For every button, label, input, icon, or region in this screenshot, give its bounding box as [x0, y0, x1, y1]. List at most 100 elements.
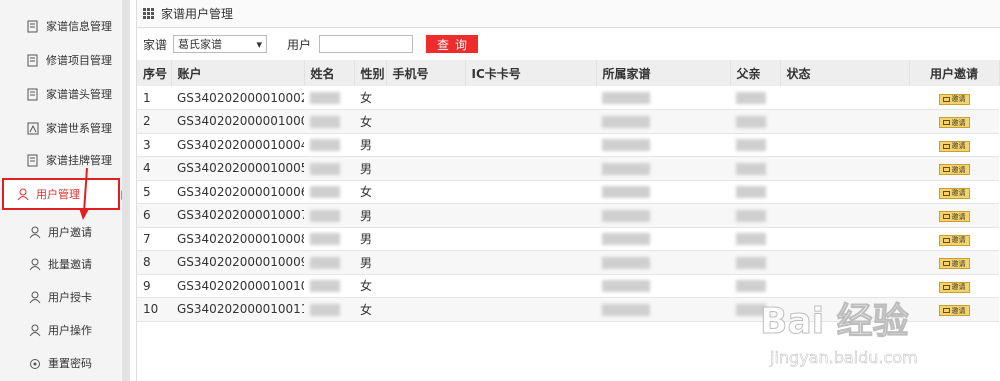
- cell-no: 4: [143, 161, 151, 176]
- cell-ic-card: [465, 86, 596, 110]
- cell-genealogy: [596, 227, 730, 251]
- doc-icon: [26, 53, 40, 67]
- cell-account: GS340202000010009: [177, 255, 304, 270]
- cell-account: GS340202000010004: [177, 137, 304, 152]
- user-icon: [28, 257, 42, 271]
- sidebar-item-reset-password[interactable]: 重置密码: [0, 347, 126, 379]
- invite-button-label: 邀请: [951, 306, 966, 315]
- cell-no: 9: [143, 278, 151, 293]
- cell-gender: 男: [360, 232, 373, 247]
- cell-status: [780, 86, 909, 110]
- user-input[interactable]: [319, 35, 414, 53]
- cell-gender: 男: [360, 161, 373, 176]
- invite-button[interactable]: 邀请: [938, 164, 970, 176]
- cell-account: GS3402020000010003: [177, 114, 304, 129]
- sidebar-item-listing[interactable]: 家谱挂牌管理: [0, 144, 126, 176]
- sidebar-item-batch-invite[interactable]: 批量邀请: [0, 248, 126, 280]
- annotation-arrow: [79, 168, 89, 220]
- grid-icon: [143, 7, 155, 20]
- table-row[interactable]: 7 GS340202000010008 男 邀请: [137, 227, 999, 251]
- cell-name: [304, 204, 354, 228]
- sidebar-item-label: 用户操作: [48, 324, 92, 337]
- sidebar-item-user-invite[interactable]: 用户邀请: [0, 216, 126, 248]
- cell-ic-card: [465, 274, 596, 298]
- cell-ic-card: [465, 227, 596, 251]
- cell-invite: 邀请: [909, 86, 999, 110]
- invite-button[interactable]: 邀请: [938, 93, 970, 105]
- invite-button[interactable]: 邀请: [938, 281, 970, 293]
- doc-icon: [26, 153, 40, 167]
- cell-invite: 邀请: [909, 110, 999, 134]
- genealogy-select[interactable]: 葛氏家谱 ▾: [173, 35, 268, 53]
- table-row[interactable]: 10 GS340202000010011 女 邀请: [137, 297, 999, 322]
- envelope-icon: [942, 237, 950, 243]
- invite-button[interactable]: 邀请: [938, 234, 970, 246]
- col-header-status: 状态: [780, 60, 910, 86]
- invite-button[interactable]: 邀请: [938, 305, 970, 317]
- sidebar-scrollbar[interactable]: [122, 0, 130, 381]
- invite-button-label: 邀请: [951, 142, 966, 151]
- cell-gender: 女: [360, 185, 373, 200]
- table-row[interactable]: 9 GS340202000010010 女 邀请: [137, 274, 999, 298]
- cell-account: GS340202000010010: [177, 278, 304, 293]
- sidebar-item-header[interactable]: 家谱谱头管理: [0, 78, 126, 110]
- cell-status: [780, 180, 909, 204]
- sidebar-item-genealogy-info[interactable]: 家谱信息管理: [0, 10, 126, 42]
- invite-button[interactable]: 邀请: [938, 187, 970, 199]
- invite-button-label: 邀请: [951, 283, 966, 292]
- table-row[interactable]: 1 GS340202000010002 女 邀请: [137, 86, 999, 110]
- cell-invite: 邀请: [909, 133, 999, 157]
- user-icon: [28, 290, 42, 304]
- envelope-icon: [942, 308, 950, 314]
- cell-ic-card: [465, 133, 596, 157]
- invite-button[interactable]: 邀请: [938, 211, 970, 223]
- sidebar-item-user-operation[interactable]: 用户操作: [0, 314, 126, 346]
- reset-icon: [28, 356, 42, 370]
- search-button[interactable]: 查询: [426, 35, 479, 53]
- cell-status: [780, 157, 909, 181]
- sidebar-item-label: 家谱谱头管理: [46, 88, 112, 101]
- cell-no: 1: [143, 90, 151, 105]
- cell-phone: [386, 133, 465, 157]
- cell-genealogy: [596, 274, 730, 298]
- user-icon: [28, 225, 42, 239]
- cell-genealogy: [596, 298, 730, 322]
- cell-no: 5: [143, 184, 151, 199]
- table-row[interactable]: 4 GS340202000010005 男 邀请: [137, 156, 999, 181]
- invite-button[interactable]: 邀请: [938, 117, 970, 129]
- panel-titlebar: 家谱用户管理: [137, 0, 1000, 28]
- cell-account: GS340202000010011: [177, 302, 304, 317]
- cell-no: 6: [143, 208, 151, 223]
- cell-account: GS340202000010008: [177, 231, 304, 246]
- cell-account: GS340202000010002: [177, 90, 304, 105]
- table-row[interactable]: 5 GS340202000010006 女 邀请: [137, 180, 999, 204]
- cell-father: [730, 133, 780, 157]
- table-row[interactable]: 3 GS340202000010004 男 邀请: [137, 133, 999, 157]
- invite-button[interactable]: 邀请: [938, 258, 970, 270]
- cell-status: [780, 204, 909, 228]
- table-row[interactable]: 6 GS340202000010007 男 邀请: [137, 203, 999, 228]
- cell-name: [304, 110, 354, 134]
- sidebar-item-lineage[interactable]: 家谱世系管理: [0, 112, 126, 144]
- cell-name: [304, 227, 354, 251]
- sidebar-item-user-management[interactable]: 用户管理: [2, 178, 120, 210]
- table-row[interactable]: 2 GS3402020000010003 女 邀请: [137, 109, 999, 134]
- cell-invite: 邀请: [909, 157, 999, 181]
- sidebar-item-label: 用户授卡: [48, 291, 92, 304]
- col-header-account: 账户: [171, 60, 305, 86]
- cell-phone: [386, 110, 465, 134]
- sidebar-item-project[interactable]: 修谱项目管理: [0, 44, 126, 76]
- col-header-no: 序号: [137, 60, 172, 86]
- cell-account: GS340202000010007: [177, 208, 304, 223]
- cell-ic-card: [465, 204, 596, 228]
- cell-phone: [386, 157, 465, 181]
- invite-button[interactable]: 邀请: [938, 140, 970, 152]
- envelope-icon: [942, 261, 950, 267]
- cell-father: [730, 180, 780, 204]
- sidebar-item-grant-card[interactable]: 用户授卡: [0, 281, 126, 313]
- envelope-icon: [942, 120, 950, 126]
- cell-status: [780, 227, 909, 251]
- cell-no: 7: [143, 231, 151, 246]
- cell-genealogy: [596, 204, 730, 228]
- table-row[interactable]: 8 GS340202000010009 男 邀请: [137, 250, 999, 274]
